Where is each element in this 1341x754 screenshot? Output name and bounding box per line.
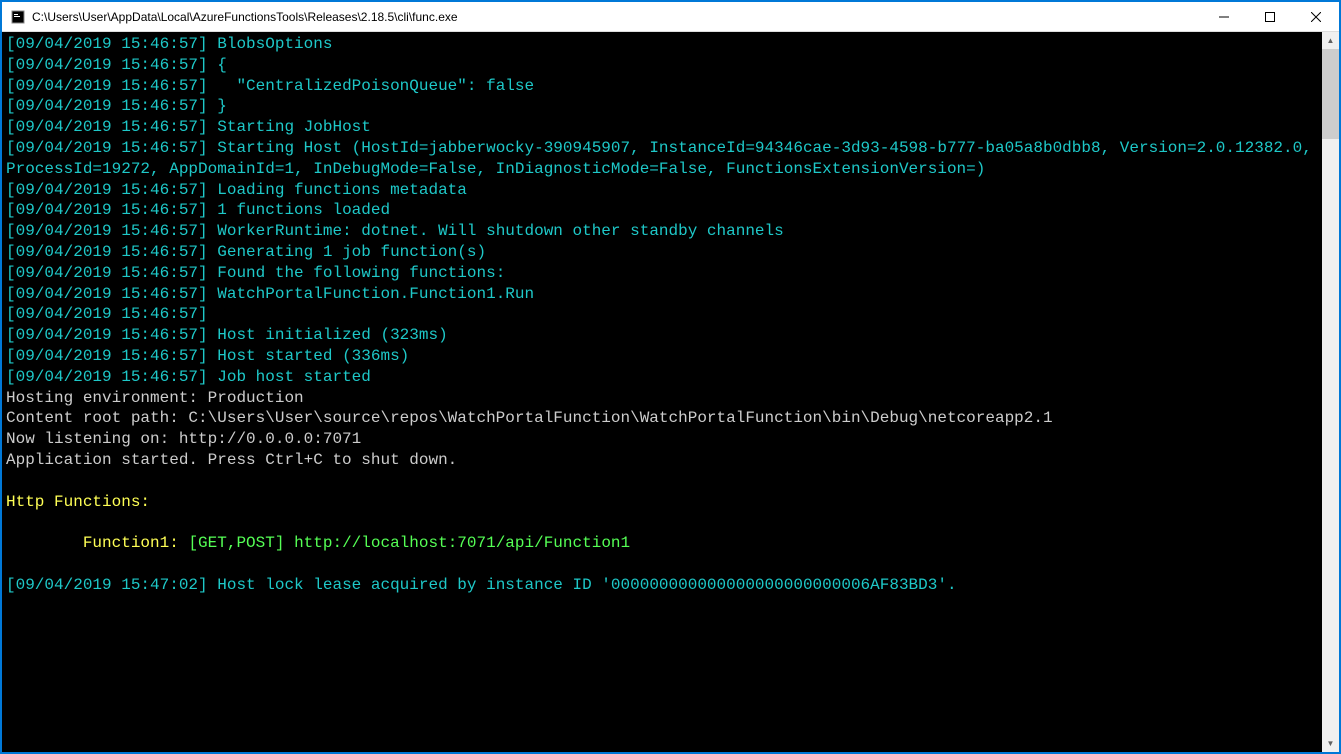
http-functions-header: Http Functions: xyxy=(6,492,1318,513)
log-line: [09/04/2019 15:47:02] Host lock lease ac… xyxy=(6,575,1318,596)
log-line: [09/04/2019 15:46:57] Host started (336m… xyxy=(6,346,1318,367)
function-endpoint: Function1: [GET,POST] http://localhost:7… xyxy=(6,533,1318,554)
log-line: [09/04/2019 15:46:57] Generating 1 job f… xyxy=(6,242,1318,263)
console-area: [09/04/2019 15:46:57] BlobsOptions[09/04… xyxy=(2,32,1339,752)
log-line: Content root path: C:\Users\User\source\… xyxy=(6,408,1318,429)
log-line: [09/04/2019 15:46:57] WorkerRuntime: dot… xyxy=(6,221,1318,242)
scroll-track[interactable] xyxy=(1322,49,1339,735)
log-line: [09/04/2019 15:46:57] Loading functions … xyxy=(6,180,1318,201)
log-line: [09/04/2019 15:46:57] Starting Host (Hos… xyxy=(6,138,1318,180)
minimize-button[interactable] xyxy=(1201,2,1247,31)
log-line: [09/04/2019 15:46:57] Starting JobHost xyxy=(6,117,1318,138)
log-line: [09/04/2019 15:46:57] Found the followin… xyxy=(6,263,1318,284)
close-button[interactable] xyxy=(1293,2,1339,31)
window-controls xyxy=(1201,2,1339,31)
log-line: [09/04/2019 15:46:57] WatchPortalFunctio… xyxy=(6,284,1318,305)
app-icon xyxy=(10,9,26,25)
log-line: [09/04/2019 15:46:57] Host initialized (… xyxy=(6,325,1318,346)
log-line: [09/04/2019 15:46:57] { xyxy=(6,55,1318,76)
console-output[interactable]: [09/04/2019 15:46:57] BlobsOptions[09/04… xyxy=(2,32,1322,752)
console-window: C:\Users\User\AppData\Local\AzureFunctio… xyxy=(1,1,1340,753)
maximize-button[interactable] xyxy=(1247,2,1293,31)
log-line: [09/04/2019 15:46:57] Job host started xyxy=(6,367,1318,388)
scroll-up-button[interactable]: ▲ xyxy=(1322,32,1339,49)
scrollbar[interactable]: ▲ ▼ xyxy=(1322,32,1339,752)
log-line: [09/04/2019 15:46:57] 1 functions loaded xyxy=(6,200,1318,221)
log-line: [09/04/2019 15:46:57] } xyxy=(6,96,1318,117)
log-line: [09/04/2019 15:46:57] BlobsOptions xyxy=(6,34,1318,55)
scroll-down-button[interactable]: ▼ xyxy=(1322,735,1339,752)
titlebar[interactable]: C:\Users\User\AppData\Local\AzureFunctio… xyxy=(2,2,1339,32)
log-line: Application started. Press Ctrl+C to shu… xyxy=(6,450,1318,471)
log-line: Hosting environment: Production xyxy=(6,388,1318,409)
scroll-thumb[interactable] xyxy=(1322,49,1339,139)
log-line: [09/04/2019 15:46:57] "CentralizedPoison… xyxy=(6,76,1318,97)
window-title: C:\Users\User\AppData\Local\AzureFunctio… xyxy=(32,10,1201,24)
log-line: Now listening on: http://0.0.0.0:7071 xyxy=(6,429,1318,450)
log-line: [09/04/2019 15:46:57] xyxy=(6,304,1318,325)
